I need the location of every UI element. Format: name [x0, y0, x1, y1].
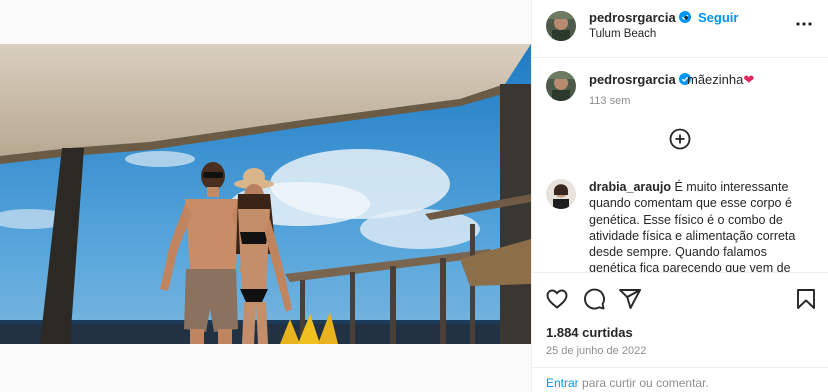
media-pane: [0, 0, 531, 392]
follow-button[interactable]: Seguir: [698, 10, 738, 25]
post-photo[interactable]: [0, 44, 531, 344]
likes-count[interactable]: 1.884 curtidas: [546, 325, 633, 340]
avatar-image: [546, 179, 576, 209]
login-to-comment-bar: Entrar para curtir ou comentar.: [532, 367, 828, 392]
caption-body: mãezinha: [687, 72, 744, 87]
author-username[interactable]: pedrosrgarcia: [589, 10, 691, 25]
beach-photo-image: [0, 44, 531, 344]
login-link[interactable]: Entrar: [546, 376, 579, 390]
load-more-icon[interactable]: [669, 128, 691, 150]
login-prompt: Entrar para curtir ou comentar.: [546, 376, 709, 390]
post-header: pedrosrgarcia • Seguir Tulum Beach: [532, 0, 828, 58]
commenter-avatar[interactable]: [546, 179, 576, 209]
post-sidebar: pedrosrgarcia • Seguir Tulum Beach pedro…: [531, 0, 828, 392]
comment-body: drabia_araujo É muito interessante quand…: [589, 179, 817, 272]
caption-timestamp[interactable]: 113 sem: [589, 95, 630, 107]
separator-dot: •: [684, 10, 689, 25]
bookmark-icon[interactable]: [794, 287, 818, 311]
post-date[interactable]: 25 de junho de 2022: [546, 345, 646, 357]
avatar-image: [546, 11, 576, 41]
more-icon: [796, 22, 812, 26]
avatar-image: [546, 71, 576, 101]
caption-text: mãezinha❤: [687, 72, 754, 88]
commenter-username[interactable]: drabia_araujo: [589, 180, 671, 194]
share-icon[interactable]: [618, 287, 642, 311]
comments-section: pedrosrgarcia mãezinha❤ 113 sem drabia_a…: [532, 58, 828, 272]
caption-username[interactable]: pedrosrgarcia: [589, 72, 691, 87]
author-username-text[interactable]: pedrosrgarcia: [589, 10, 676, 25]
author-avatar[interactable]: [546, 11, 576, 41]
more-options-button[interactable]: [793, 14, 815, 34]
login-prompt-text: para curtir ou comentar.: [582, 376, 709, 390]
heart-emoji: ❤: [743, 72, 755, 87]
post-location[interactable]: Tulum Beach: [589, 28, 656, 40]
caption-username-text[interactable]: pedrosrgarcia: [589, 72, 676, 87]
caption-author-avatar[interactable]: [546, 71, 576, 101]
heart-icon[interactable]: [545, 287, 569, 311]
comment-icon[interactable]: [582, 287, 606, 311]
post-actions: 1.884 curtidas 25 de junho de 2022 Entra…: [532, 272, 828, 392]
